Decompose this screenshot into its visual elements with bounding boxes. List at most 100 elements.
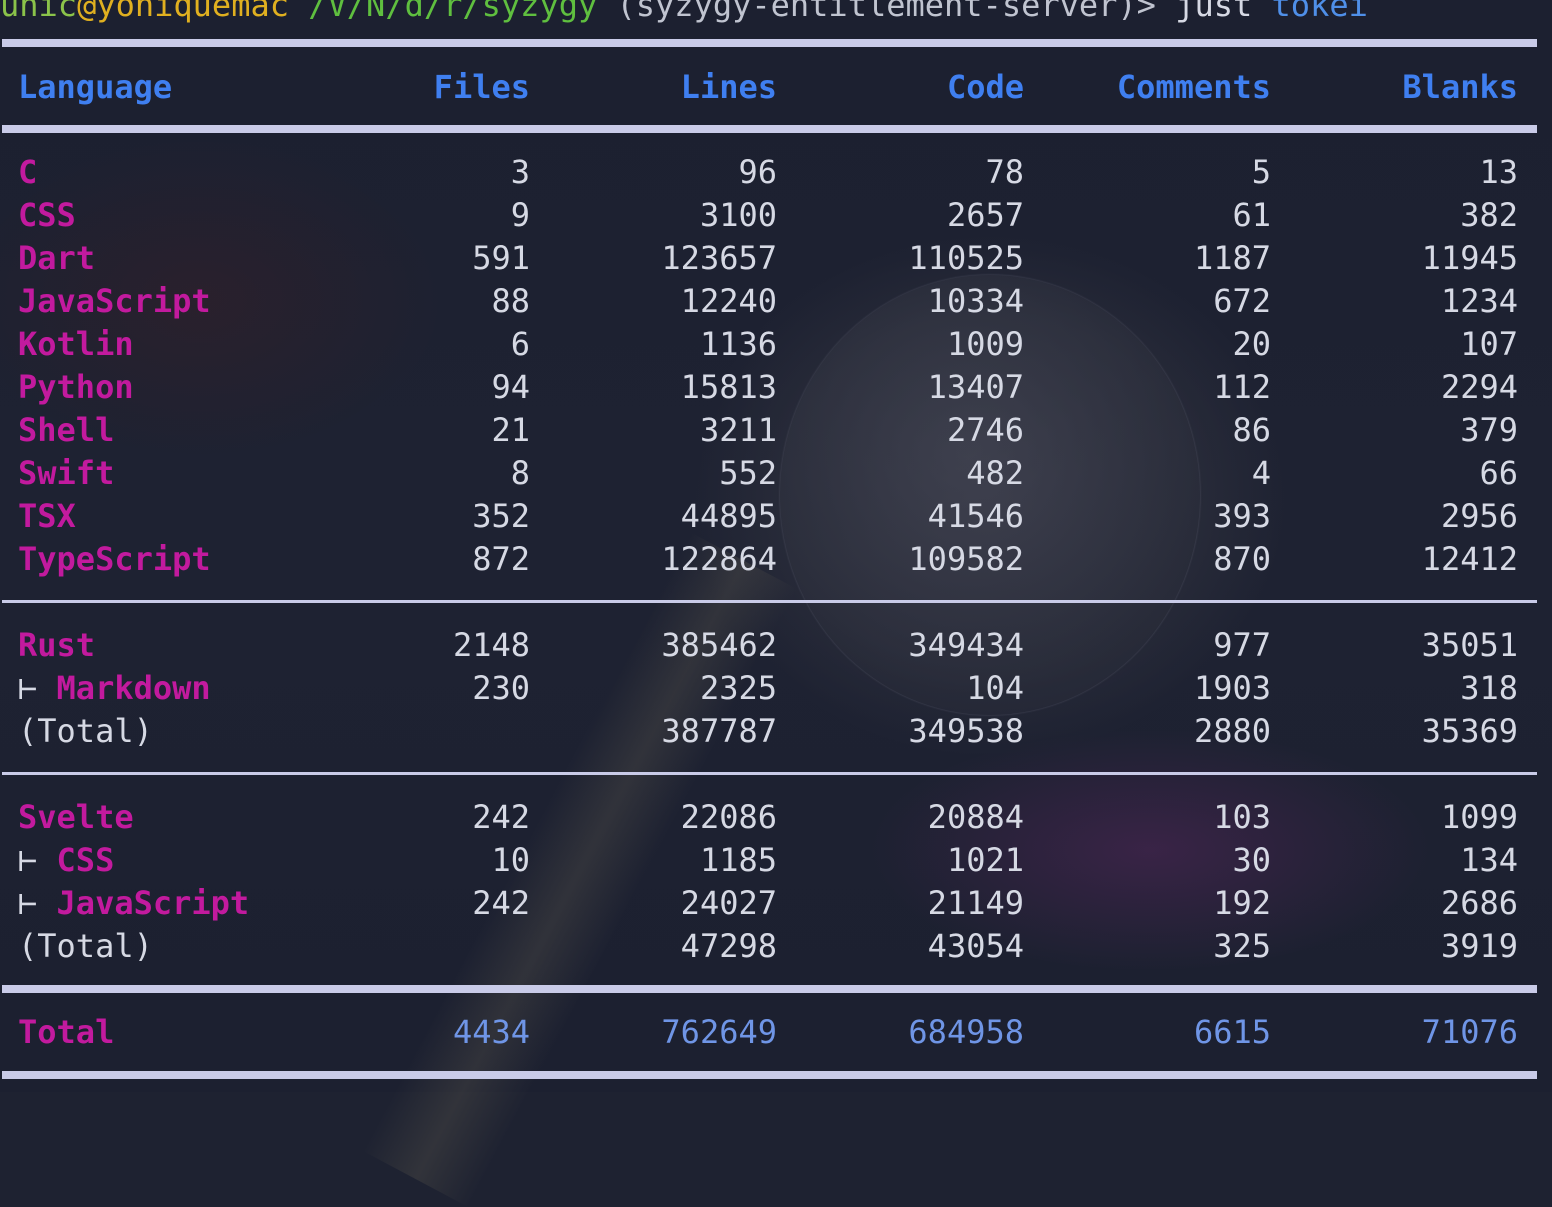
comments-count: 20 (1232, 325, 1271, 363)
code-count: 109582 (908, 540, 1024, 578)
table-row: TSX 352 44895 41546 393 2956 (0, 495, 1552, 538)
table-bottom-border (2, 1071, 1537, 1079)
table-row: Swift 8 552 482 4 66 (0, 452, 1552, 495)
comments-count: 393 (1213, 497, 1271, 535)
tree-branch-icon: ⊢ (18, 841, 38, 879)
prompt-branch: (syzygy-entitlement-server)> (616, 0, 1156, 24)
subtotal-label: (Total) (18, 712, 153, 750)
language-name: Swift (18, 454, 115, 492)
language-name: CSS (56, 841, 115, 879)
table-row: JavaScript 88 12240 10334 672 1234 (0, 280, 1552, 323)
sub-language-cell: ⊢ JavaScript (18, 882, 249, 925)
language-name: Markdown (56, 669, 211, 707)
blanks-count: 107 (1460, 325, 1518, 363)
comments-count: 1903 (1193, 669, 1271, 707)
blanks-count: 382 (1460, 196, 1518, 234)
code-count: 43054 (927, 927, 1024, 965)
code-count: 21149 (927, 884, 1024, 922)
lines-count: 2325 (699, 669, 777, 707)
table-row: ⊢ CSS 10 1185 1021 30 134 (0, 839, 1552, 882)
lines-count: 123657 (661, 239, 777, 277)
table-row: (Total) 47298 43054 325 3919 (0, 925, 1552, 968)
files-count: 10 (491, 841, 530, 879)
comments-count: 61 (1232, 196, 1271, 234)
lines-count: 3211 (699, 411, 777, 449)
subtotal-label: (Total) (18, 927, 153, 965)
code-count: 2746 (946, 411, 1024, 449)
comments-count: 192 (1213, 884, 1271, 922)
files-count: 8 (510, 454, 530, 492)
code-count: 20884 (927, 798, 1024, 836)
lines-count: 12240 (680, 282, 777, 320)
blanks-count: 2956 (1440, 497, 1518, 535)
comments-count: 103 (1213, 798, 1271, 836)
language-name: Python (18, 368, 134, 406)
blanks-count: 13 (1479, 153, 1518, 191)
lines-count: 1136 (699, 325, 777, 363)
language-name: TSX (18, 497, 76, 535)
table-row: Rust 2148 385462 349434 977 35051 (0, 624, 1552, 667)
header-code: Code (946, 68, 1024, 106)
prompt-command: just (1175, 0, 1253, 24)
lines-count: 3100 (699, 196, 777, 234)
language-name: Shell (18, 411, 115, 449)
lines-count: 552 (719, 454, 777, 492)
comments-count: 977 (1213, 626, 1271, 664)
header-comments: Comments (1116, 68, 1271, 106)
comments-count: 5 (1251, 153, 1271, 191)
blanks-count: 2686 (1440, 884, 1518, 922)
tree-branch-icon: ⊢ (18, 669, 38, 707)
files-count: 21 (491, 411, 530, 449)
code-count: 110525 (908, 239, 1024, 277)
language-name: Svelte (18, 798, 134, 836)
files-count: 872 (472, 540, 530, 578)
files-count: 242 (472, 798, 530, 836)
code-count: 78 (985, 153, 1024, 191)
lines-count: 24027 (680, 884, 777, 922)
lines-count: 385462 (661, 626, 777, 664)
files-count: 2148 (452, 626, 530, 664)
lines-count: 22086 (680, 798, 777, 836)
code-count: 349434 (908, 626, 1024, 664)
code-count: 1021 (946, 841, 1024, 879)
table-row: Kotlin 6 1136 1009 20 107 (0, 323, 1552, 366)
blanks-count: 2294 (1440, 368, 1518, 406)
table-row: Dart 591 123657 110525 1187 11945 (0, 237, 1552, 280)
lines-count: 47298 (680, 927, 777, 965)
table-header-row: Language Files Lines Code Comments Blank… (0, 66, 1552, 109)
blanks-count: 71076 (1421, 1013, 1518, 1051)
comments-count: 325 (1213, 927, 1271, 965)
table-row: C 3 96 78 5 13 (0, 151, 1552, 194)
blanks-count: 11945 (1421, 239, 1518, 277)
files-count: 88 (491, 282, 530, 320)
blanks-count: 1099 (1440, 798, 1518, 836)
table-row: ⊢ JavaScript 242 24027 21149 192 2686 (0, 882, 1552, 925)
sub-language-cell: ⊢ Markdown (18, 667, 211, 710)
table-row: Shell 21 3211 2746 86 379 (0, 409, 1552, 452)
language-name: TypeScript (18, 540, 211, 578)
code-count: 104 (966, 669, 1024, 707)
header-separator (2, 125, 1537, 133)
comments-count: 1187 (1193, 239, 1271, 277)
files-count: 242 (472, 884, 530, 922)
table-row: CSS 9 3100 2657 61 382 (0, 194, 1552, 237)
lines-count: 387787 (661, 712, 777, 750)
prompt-path: /V/N/d/r/syzygy (308, 0, 598, 24)
total-label: Total (18, 1013, 115, 1051)
language-name: Rust (18, 626, 96, 664)
blanks-count: 35051 (1421, 626, 1518, 664)
blanks-count: 35369 (1421, 712, 1518, 750)
comments-count: 86 (1232, 411, 1271, 449)
comments-count: 672 (1213, 282, 1271, 320)
table-row: (Total) 387787 349538 2880 35369 (0, 710, 1552, 753)
files-count: 6 (510, 325, 530, 363)
section-separator (2, 600, 1537, 603)
table-row: TypeScript 872 122864 109582 870 12412 (0, 538, 1552, 581)
code-count: 482 (966, 454, 1024, 492)
code-count: 1009 (946, 325, 1024, 363)
table-row: ⊢ Markdown 230 2325 104 1903 318 (0, 667, 1552, 710)
lines-count: 762649 (661, 1013, 777, 1051)
table-row: Python 94 15813 13407 112 2294 (0, 366, 1552, 409)
files-count: 3 (510, 153, 530, 191)
blanks-count: 379 (1460, 411, 1518, 449)
